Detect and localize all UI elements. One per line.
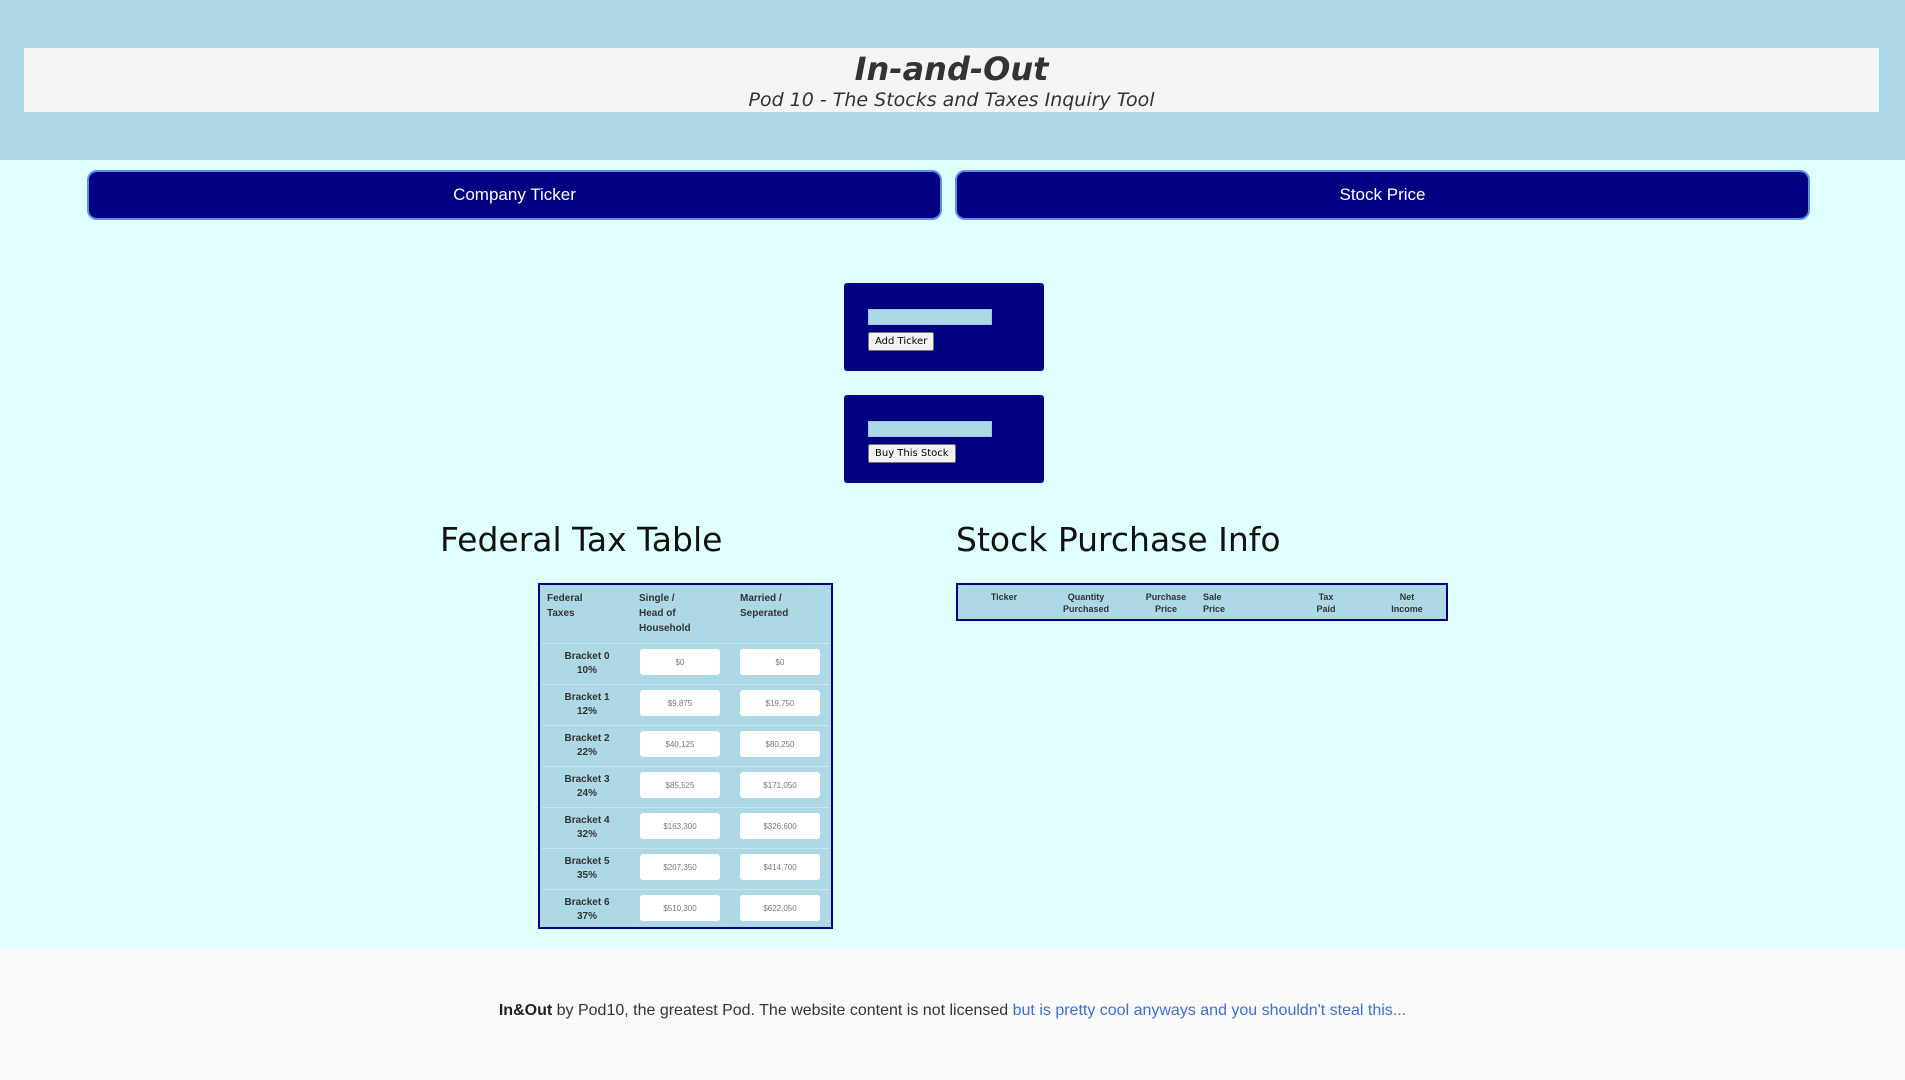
page-subtitle: Pod 10 - The Stocks and Taxes Inquiry To… (748, 89, 1155, 111)
tax-row: Bracket 0 10% $0 $0 (542, 643, 829, 685)
footer-brand: In&Out (498, 1002, 553, 1019)
tax-row: Bracket 1 12% $9,875 $19,750 (542, 684, 829, 726)
hero-box: In-and-Out Pod 10 - The Stocks and Taxes… (24, 48, 1879, 112)
tax-row: Bracket 2 22% $40,125 $80,250 (542, 725, 829, 767)
footer-text: In&Out by Pod10, the greatest Pod. The w… (0, 1002, 1905, 1020)
stock-header-tax-paid: Tax Paid (1316, 592, 1336, 614)
bracket-label: Bracket 2 22% (564, 733, 610, 758)
buy-quantity-input[interactable] (868, 421, 992, 437)
tax-row: Bracket 4 32% $163,300 $326,600 (542, 807, 829, 849)
stock-purchase-table: Ticker Quantity Purchased Purchase Price… (956, 583, 1448, 621)
stock-header-net-income: Net Income (1391, 592, 1423, 614)
add-ticker-button[interactable]: Add Ticker (868, 332, 935, 351)
footer: In&Out by Pod10, the greatest Pod. The w… (0, 949, 1905, 1080)
bracket-label: Bracket 1 12% (564, 692, 610, 717)
hero-banner: In-and-Out Pod 10 - The Stocks and Taxes… (0, 0, 1905, 160)
tax-table-title: Federal Tax Table (440, 520, 723, 559)
federal-tax-table: Federal Taxes Single / Head of Household… (538, 583, 833, 929)
married-threshold-field[interactable]: $171,050 (740, 772, 820, 798)
ticker-input[interactable] (868, 309, 992, 325)
single-threshold-field[interactable]: $163,300 (640, 813, 720, 839)
bracket-label: Bracket 3 24% (564, 774, 610, 799)
married-threshold-field[interactable]: $19,750 (740, 690, 820, 716)
stock-header-purchase-price: Purchase Price (1145, 592, 1187, 614)
single-threshold-field[interactable]: $85,525 (640, 772, 720, 798)
buy-stock-button[interactable]: Buy This Stock (868, 444, 956, 463)
tax-row: Bracket 3 24% $85,525 $171,050 (542, 766, 829, 808)
stock-header-quantity: Quantity Purchased (1062, 592, 1110, 614)
tax-header-federal: Federal Taxes (547, 593, 583, 619)
bracket-label: Bracket 0 10% (564, 651, 610, 676)
stock-header-sale-price: Sale Price (1203, 592, 1226, 614)
single-threshold-field[interactable]: $0 (640, 649, 720, 675)
bracket-label: Bracket 5 35% (564, 856, 610, 881)
married-threshold-field[interactable]: $0 (740, 649, 820, 675)
bracket-label: Bracket 4 32% (564, 815, 610, 840)
single-threshold-field[interactable]: $9,875 (640, 690, 720, 716)
married-threshold-field[interactable]: $622,050 (740, 895, 820, 921)
stock-price-button[interactable]: Stock Price (955, 170, 1810, 220)
married-threshold-field[interactable]: $326,600 (740, 813, 820, 839)
bracket-label: Bracket 6 37% (564, 897, 610, 922)
single-threshold-field[interactable]: $510,300 (640, 895, 720, 921)
single-threshold-field[interactable]: $207,350 (640, 854, 720, 880)
page-title: In-and-Out (854, 50, 1049, 88)
tax-row: Bracket 5 35% $207,350 $414,700 (542, 848, 829, 890)
stock-header-ticker: Ticker (990, 592, 1018, 602)
footer-license-link[interactable]: but is pretty cool anyways and you shoul… (1013, 1002, 1407, 1019)
buy-panel: Buy This Stock (844, 395, 1044, 483)
stock-info-title: Stock Purchase Info (956, 520, 1281, 559)
married-threshold-field[interactable]: $414,700 (740, 854, 820, 880)
married-threshold-field[interactable]: $80,250 (740, 731, 820, 757)
footer-description: by Pod10, the greatest Pod. The website … (552, 1002, 1013, 1019)
tax-header-married: Married / Seperated (740, 593, 789, 619)
company-ticker-button[interactable]: Company Ticker (87, 170, 942, 220)
ticker-panel: Add Ticker (844, 283, 1044, 371)
tax-header-single: Single / Head of Household (639, 593, 691, 634)
tax-row: Bracket 6 37% $510,300 $622,050 (542, 889, 829, 931)
single-threshold-field[interactable]: $40,125 (640, 731, 720, 757)
